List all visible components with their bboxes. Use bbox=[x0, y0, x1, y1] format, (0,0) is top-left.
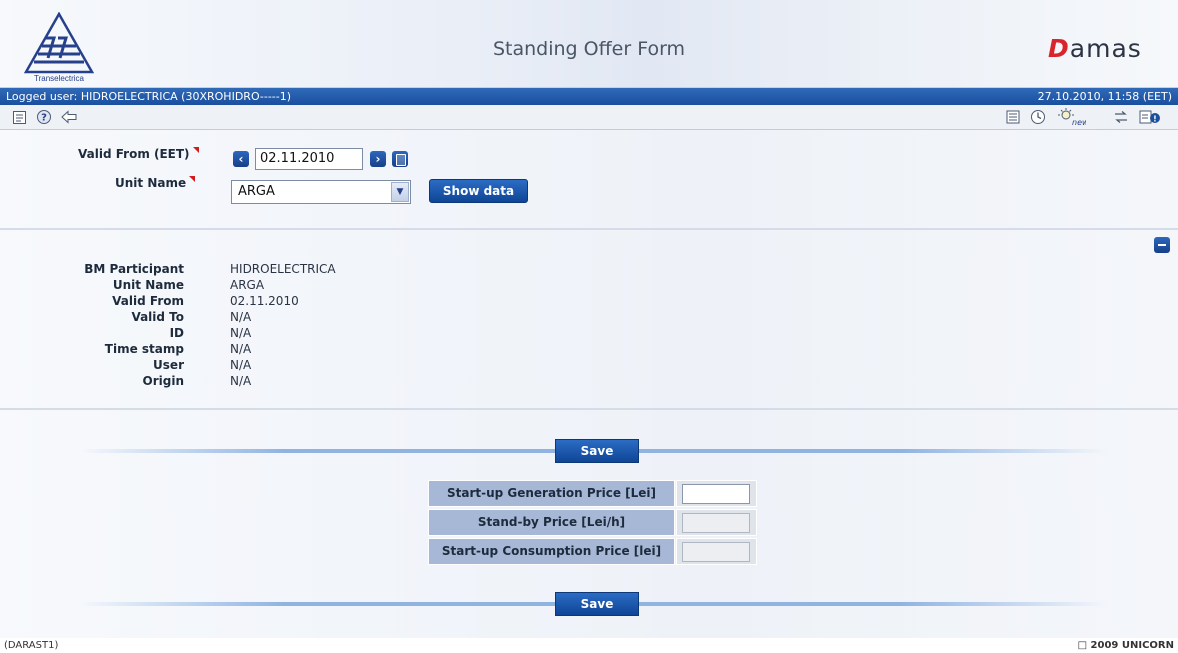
offer-panel: Save Start-up Generation Price [Lei] Stan… bbox=[0, 410, 1178, 638]
detail-value: N/A bbox=[230, 326, 252, 340]
detail-value: N/A bbox=[230, 358, 252, 372]
unit-name-label-wrap: Unit Name bbox=[115, 176, 196, 190]
damas-logo-initial: D bbox=[1048, 34, 1070, 63]
detail-value: N/A bbox=[230, 342, 252, 356]
detail-value: N/A bbox=[230, 374, 252, 388]
filter-panel: Valid From (EET) ‹ 02.11.2010 › Unit Nam… bbox=[0, 130, 1178, 230]
price-input bbox=[682, 513, 750, 533]
price-cell bbox=[676, 509, 757, 536]
detail-label: BM Participant bbox=[84, 262, 184, 276]
detail-value: 02.11.2010 bbox=[230, 294, 299, 308]
help-icon[interactable]: ? bbox=[35, 108, 53, 126]
detail-label: ID bbox=[169, 326, 184, 340]
save-button-top[interactable]: Save bbox=[555, 439, 639, 463]
next-date-button[interactable]: › bbox=[370, 151, 386, 167]
detail-value: ARGA bbox=[230, 278, 265, 292]
price-label: Start-up Generation Price [Lei] bbox=[428, 480, 675, 507]
show-data-button[interactable]: Show data bbox=[429, 179, 528, 203]
required-marker bbox=[192, 147, 199, 153]
valid-from-label: Valid From (EET) bbox=[78, 147, 190, 161]
damas-logo: Damas bbox=[1048, 34, 1142, 64]
price-input[interactable] bbox=[682, 484, 750, 504]
svg-text:new: new bbox=[1072, 118, 1086, 126]
price-cell bbox=[676, 538, 757, 565]
transfer-icon[interactable] bbox=[1112, 108, 1130, 126]
app-header: Transelectrica Standing Offer Form Damas bbox=[0, 0, 1178, 88]
valid-from-input[interactable]: 02.11.2010 bbox=[255, 148, 363, 170]
price-input bbox=[682, 542, 750, 562]
logged-user-text: Logged user: HIDROELECTRICA (30XROHIDRO-… bbox=[6, 90, 292, 103]
price-label: Start-up Consumption Price [lei] bbox=[428, 538, 675, 565]
valid-from-label-wrap: Valid From (EET) bbox=[78, 147, 199, 161]
price-cell bbox=[676, 480, 757, 507]
list-icon[interactable] bbox=[1004, 108, 1022, 126]
page-code: (DARAST1) bbox=[4, 640, 59, 651]
document-icon[interactable] bbox=[10, 108, 28, 126]
damas-logo-text: amas bbox=[1069, 34, 1142, 63]
transelectrica-caption: Transelectrica bbox=[34, 74, 84, 83]
detail-label: Valid From bbox=[112, 294, 184, 308]
calendar-icon[interactable] bbox=[392, 151, 408, 167]
new-bulb-icon[interactable]: new bbox=[1058, 108, 1086, 126]
detail-label: Unit Name bbox=[112, 278, 184, 292]
info-document-icon[interactable]: ! bbox=[1138, 108, 1162, 126]
copyright: □ 2009 UNICORN bbox=[1077, 640, 1174, 651]
details-panel: BM Participant HIDROELECTRICA Unit Name ARG… bbox=[0, 230, 1178, 410]
svg-text:!: ! bbox=[1153, 115, 1157, 124]
detail-label: Valid To bbox=[131, 310, 184, 324]
required-marker bbox=[189, 176, 196, 182]
back-arrow-icon[interactable] bbox=[60, 108, 78, 126]
price-label: Stand-by Price [Lei/h] bbox=[428, 509, 675, 536]
detail-value: HIDROELECTRICA bbox=[230, 262, 336, 276]
collapse-icon[interactable] bbox=[1154, 237, 1170, 253]
detail-value: N/A bbox=[230, 310, 252, 324]
save-button-bottom[interactable]: Save bbox=[555, 592, 639, 616]
unit-name-label: Unit Name bbox=[115, 176, 187, 190]
page-title: Standing Offer Form bbox=[492, 38, 686, 60]
unit-name-select[interactable]: ARGA ▼ bbox=[231, 180, 411, 204]
footer: (DARAST1) □ 2009 UNICORN bbox=[0, 638, 1178, 653]
chevron-down-icon[interactable]: ▼ bbox=[391, 182, 409, 202]
previous-date-button[interactable]: ‹ bbox=[233, 151, 249, 167]
clock-icon[interactable] bbox=[1029, 108, 1047, 126]
unit-name-selected: ARGA bbox=[238, 184, 275, 199]
status-bar: Logged user: HIDROELECTRICA (30XROHIDRO-… bbox=[0, 88, 1178, 105]
toolbar: ? new ! bbox=[0, 105, 1178, 130]
detail-label: Origin bbox=[142, 374, 184, 388]
datetime-text: 27.10.2010, 11:58 (EET) bbox=[1037, 90, 1172, 103]
detail-label: Time stamp bbox=[104, 342, 184, 356]
svg-text:?: ? bbox=[41, 113, 47, 124]
detail-label: User bbox=[153, 358, 184, 372]
